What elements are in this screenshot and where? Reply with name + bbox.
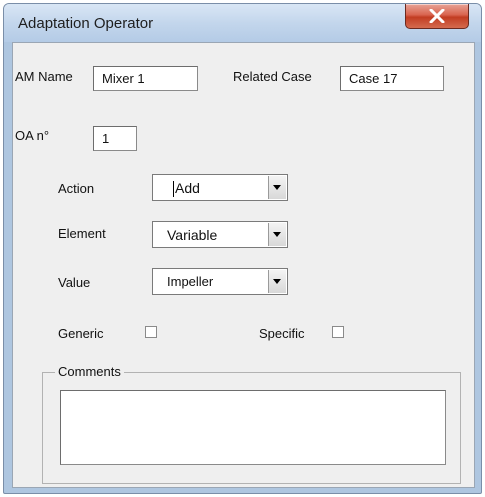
text-cursor	[173, 181, 174, 197]
element-value: Variable	[167, 227, 218, 243]
action-label: Action	[58, 181, 95, 196]
close-icon	[429, 9, 445, 23]
window-title: Adaptation Operator	[18, 15, 154, 32]
am-name-label: AM Name	[15, 69, 73, 84]
related-case-field[interactable]: Case 17	[340, 66, 444, 91]
element-dropdown-button[interactable]	[268, 223, 286, 246]
generic-checkbox[interactable]	[145, 326, 157, 338]
action-dropdown-button[interactable]	[268, 176, 286, 199]
comments-label: Comments	[55, 364, 124, 379]
specific-label: Specific	[259, 326, 305, 341]
action-dropdown[interactable]: Add	[152, 174, 288, 201]
oa-number-label: OA n°	[15, 128, 50, 143]
comments-frame: Comments	[42, 364, 461, 484]
chevron-down-icon	[273, 232, 281, 237]
element-label: Element	[58, 226, 106, 241]
related-case-label: Related Case	[233, 69, 312, 84]
title-bar[interactable]: Adaptation Operator	[4, 4, 481, 42]
value-value: Impeller	[167, 274, 214, 289]
action-value: Add	[175, 180, 200, 196]
value-label: Value	[58, 275, 91, 290]
comments-textarea[interactable]	[60, 390, 446, 465]
value-dropdown-button[interactable]	[268, 270, 286, 293]
oa-number-field[interactable]: 1	[93, 126, 137, 151]
close-button[interactable]	[405, 4, 469, 29]
dialog-body: AM Name Mixer 1 Related Case Case 17 OA …	[12, 42, 475, 488]
generic-label: Generic	[58, 326, 104, 341]
value-dropdown[interactable]: Impeller	[152, 268, 288, 295]
chevron-down-icon	[273, 279, 281, 284]
element-dropdown[interactable]: Variable	[152, 221, 288, 248]
specific-checkbox[interactable]	[332, 326, 344, 338]
am-name-field[interactable]: Mixer 1	[93, 66, 198, 91]
chevron-down-icon	[273, 185, 281, 190]
dialog-window: Adaptation Operator AM Name Mixer 1 Rela…	[3, 3, 482, 494]
